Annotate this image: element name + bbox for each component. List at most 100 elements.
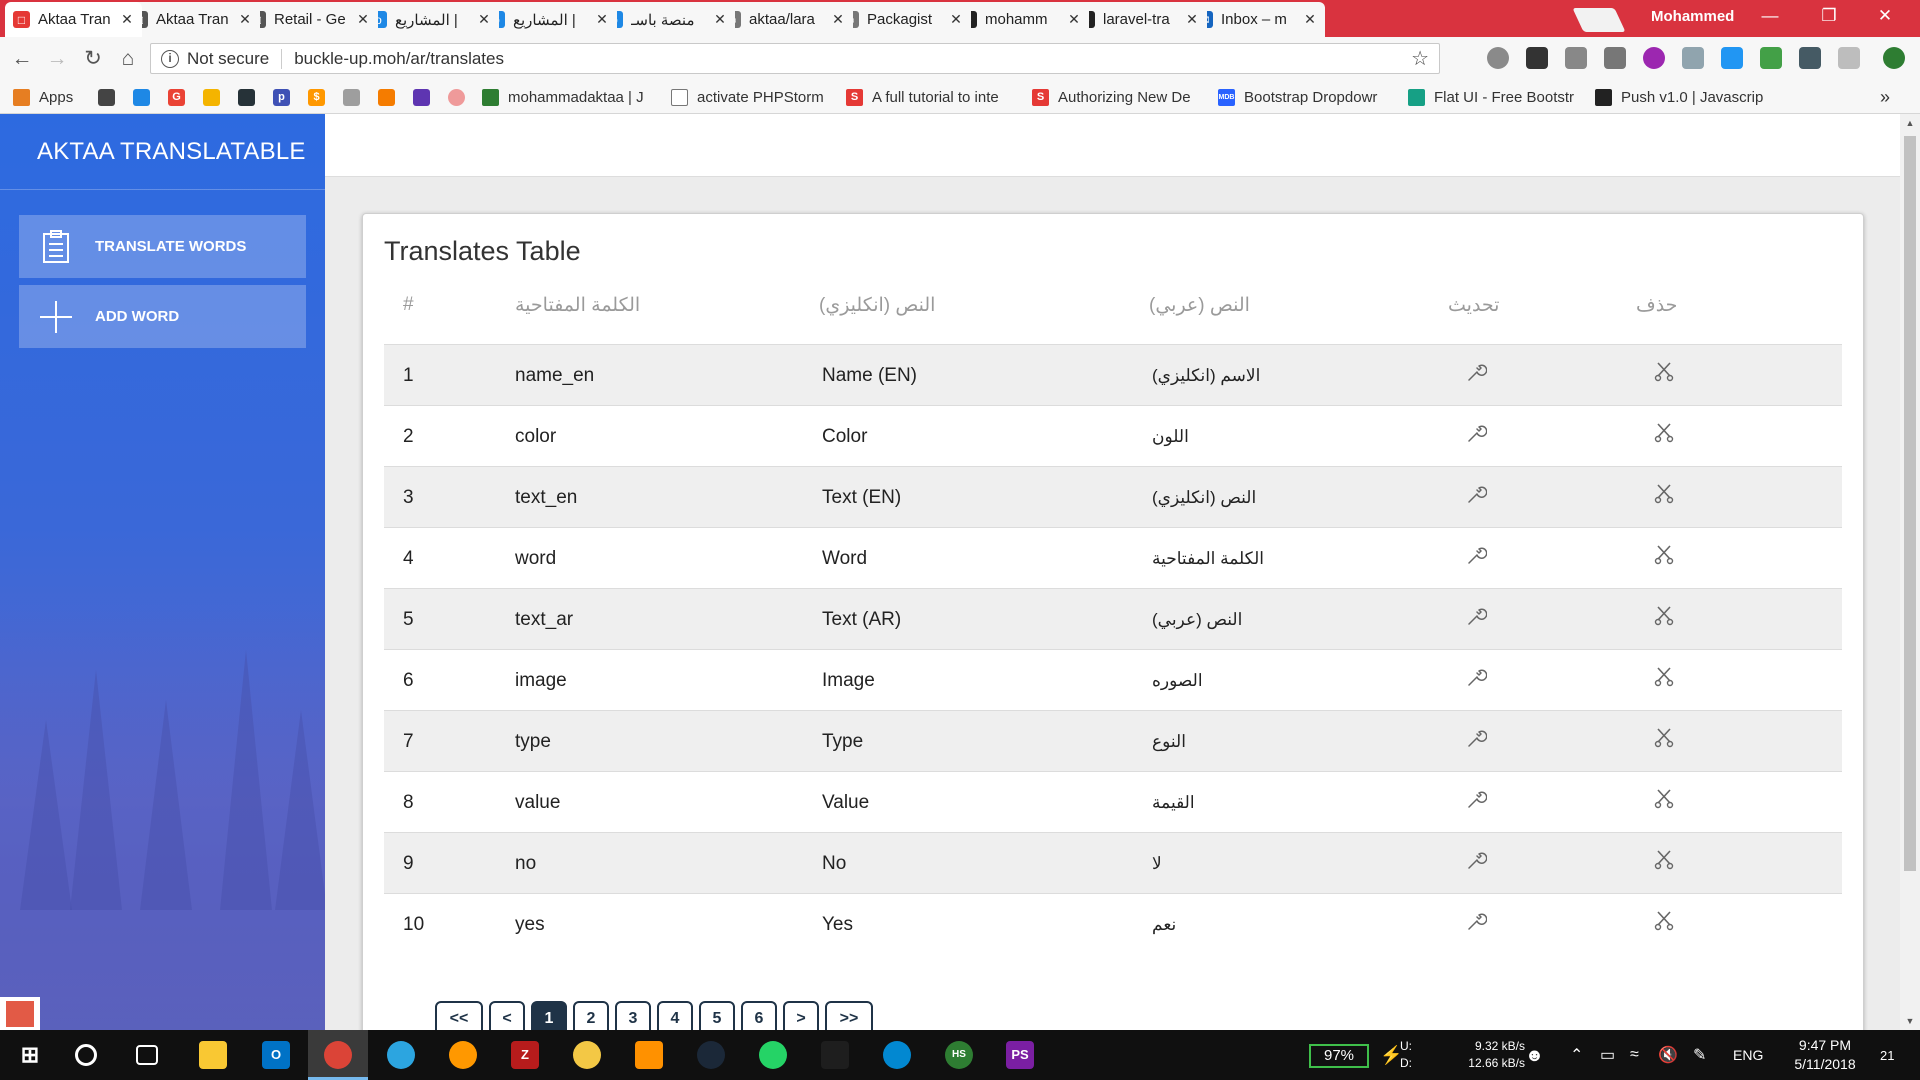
browser-tab[interactable]: ●mohamm✕ bbox=[952, 2, 1089, 37]
bookmark-item[interactable]: activate PHPStorm bbox=[671, 87, 846, 107]
search-icon[interactable] bbox=[75, 1044, 97, 1066]
bookmark-icon[interactable] bbox=[133, 89, 150, 106]
scissors-icon[interactable] bbox=[1653, 787, 1675, 809]
steam-icon[interactable] bbox=[697, 1041, 725, 1069]
bookmarks-overflow-button[interactable]: » bbox=[1880, 87, 1890, 107]
bookmark-item[interactable]: MDB Bootstrap Dropdowr bbox=[1218, 87, 1392, 107]
tab-close-icon[interactable]: ✕ bbox=[120, 11, 134, 28]
page-scrollbar[interactable]: ▲ ▼ bbox=[1900, 114, 1920, 1030]
extension-icon[interactable] bbox=[1721, 47, 1743, 69]
tab-close-icon[interactable]: ✕ bbox=[1303, 11, 1317, 28]
bookmark-icon[interactable] bbox=[238, 89, 255, 106]
address-bar[interactable]: i Not secure buckle-up.moh/ar/translates… bbox=[150, 43, 1440, 74]
sidebar-brand[interactable]: AKTAA TRANSLATABLE bbox=[0, 114, 325, 190]
extension-icon[interactable] bbox=[1487, 47, 1509, 69]
pen-icon[interactable]: ✎ bbox=[1693, 1030, 1706, 1080]
tab-close-icon[interactable]: ✕ bbox=[238, 11, 252, 28]
windows-start-icon[interactable]: ⊞ bbox=[16, 1041, 44, 1069]
tab-close-icon[interactable]: ✕ bbox=[713, 11, 727, 28]
browser-tab[interactable]: oالمشاريع | ✕ bbox=[480, 2, 617, 37]
scissors-icon[interactable] bbox=[1653, 604, 1675, 626]
wrench-icon[interactable] bbox=[1465, 423, 1488, 445]
update-icon[interactable] bbox=[1883, 47, 1905, 69]
bookmark-icon[interactable] bbox=[98, 89, 115, 106]
phpmyadmin-icon[interactable] bbox=[378, 89, 395, 106]
google-icon[interactable]: G bbox=[168, 89, 185, 106]
sidebar-item-add-word[interactable]: ADD WORD bbox=[19, 285, 306, 348]
wrench-icon[interactable] bbox=[1465, 484, 1488, 506]
scissors-icon[interactable] bbox=[1653, 421, 1675, 443]
hotspot-icon[interactable]: HS bbox=[945, 1041, 973, 1069]
tab-close-icon[interactable]: ✕ bbox=[356, 11, 370, 28]
wrench-icon[interactable] bbox=[1465, 789, 1488, 811]
forward-arrow-icon[interactable]: → bbox=[43, 45, 71, 73]
battery-indicator[interactable]: 97% bbox=[1309, 1044, 1369, 1068]
browser-tab[interactable]: □Aktaa Tran✕ bbox=[123, 2, 260, 37]
url-text[interactable]: buckle-up.moh/ar/translates bbox=[294, 49, 504, 69]
restore-button[interactable]: ❐ bbox=[1811, 6, 1847, 26]
tab-close-icon[interactable]: ✕ bbox=[595, 11, 609, 28]
people-icon[interactable]: ☻ bbox=[1525, 1030, 1544, 1080]
bookmark-icon[interactable] bbox=[203, 89, 220, 106]
file-explorer-icon[interactable] bbox=[199, 1041, 227, 1069]
browser-tab[interactable]: ✉Inbox – m✕ bbox=[1188, 2, 1325, 37]
tab-close-icon[interactable]: ✕ bbox=[949, 11, 963, 28]
scissors-icon[interactable] bbox=[1653, 665, 1675, 687]
task-view-icon[interactable] bbox=[136, 1045, 158, 1065]
tab-close-icon[interactable]: ✕ bbox=[1185, 11, 1199, 28]
app-icon[interactable] bbox=[635, 1041, 663, 1069]
extension-icon[interactable] bbox=[1760, 47, 1782, 69]
minimize-button[interactable]: — bbox=[1752, 6, 1788, 26]
filezilla-icon[interactable]: Z bbox=[511, 1041, 539, 1069]
extension-icon[interactable] bbox=[1799, 47, 1821, 69]
volume-muted-icon[interactable]: 🔇 bbox=[1658, 1030, 1678, 1080]
wrench-icon[interactable] bbox=[1465, 545, 1488, 567]
page-icon[interactable] bbox=[343, 89, 360, 106]
bookmark-item[interactable]: mohammadaktaa | J bbox=[482, 87, 652, 107]
app-icon[interactable] bbox=[883, 1041, 911, 1069]
camera-icon[interactable] bbox=[1565, 47, 1587, 69]
scissors-icon[interactable] bbox=[1653, 726, 1675, 748]
notification-center-icon[interactable]: 21 bbox=[1880, 1030, 1894, 1080]
scissors-icon[interactable] bbox=[1653, 909, 1675, 931]
browser-tab[interactable]: □Retail - Ge✕ bbox=[241, 2, 378, 37]
bookmark-item[interactable]: Push v1.0 | Javascrip bbox=[1595, 87, 1765, 107]
power-icon[interactable]: ▭ bbox=[1600, 1030, 1615, 1080]
browser-tab[interactable]: ●laravel-tra✕ bbox=[1070, 2, 1207, 37]
bookmark-star-icon[interactable]: ☆ bbox=[1411, 46, 1429, 71]
app-icon[interactable] bbox=[573, 1041, 601, 1069]
sublime-icon[interactable] bbox=[821, 1041, 849, 1069]
tab-close-icon[interactable]: ✕ bbox=[477, 11, 491, 28]
browser-tab[interactable]: oالمشاريع | ✕ bbox=[362, 2, 499, 37]
input-language[interactable]: ENG bbox=[1733, 1030, 1763, 1080]
shield-icon[interactable] bbox=[1682, 47, 1704, 69]
clock[interactable]: 9:47 PM 5/11/2018 bbox=[1785, 1030, 1865, 1080]
scissors-icon[interactable] bbox=[1653, 848, 1675, 870]
extension-icon[interactable] bbox=[1838, 47, 1860, 69]
chevron-up-icon[interactable]: ⌃ bbox=[1570, 1030, 1583, 1080]
sidebar-item-translate-words[interactable]: TRANSLATE WORDS bbox=[19, 215, 306, 278]
app-logo-icon[interactable] bbox=[0, 997, 40, 1030]
outlook-icon[interactable]: O bbox=[262, 1041, 290, 1069]
browser-tab[interactable]: oمنصة باسـ✕ bbox=[598, 2, 735, 37]
new-tab-button[interactable] bbox=[1572, 8, 1626, 32]
wrench-icon[interactable] bbox=[1465, 667, 1488, 689]
extension-icon[interactable] bbox=[1526, 47, 1548, 69]
scissors-icon[interactable] bbox=[1653, 360, 1675, 382]
scissors-icon[interactable] bbox=[1653, 543, 1675, 565]
firefox-icon[interactable] bbox=[449, 1041, 477, 1069]
wrench-icon[interactable] bbox=[1465, 362, 1488, 384]
bookmark-icon[interactable]: $ bbox=[308, 89, 325, 106]
home-icon[interactable]: ⌂ bbox=[114, 45, 142, 73]
close-window-button[interactable]: ✕ bbox=[1867, 6, 1903, 26]
vue-devtools-icon[interactable] bbox=[1604, 47, 1626, 69]
back-arrow-icon[interactable]: ← bbox=[8, 45, 36, 73]
wrench-icon[interactable] bbox=[1465, 728, 1488, 750]
whatsapp-icon[interactable] bbox=[759, 1041, 787, 1069]
reload-icon[interactable]: ↻ bbox=[79, 45, 107, 73]
profile-button[interactable]: Mohammed bbox=[1651, 8, 1734, 25]
tab-close-icon[interactable]: ✕ bbox=[831, 11, 845, 28]
browser-tab[interactable]: ☺Packagist✕ bbox=[834, 2, 971, 37]
chrome-icon[interactable] bbox=[324, 1041, 352, 1069]
bookmark-apps[interactable]: Apps bbox=[13, 87, 73, 107]
